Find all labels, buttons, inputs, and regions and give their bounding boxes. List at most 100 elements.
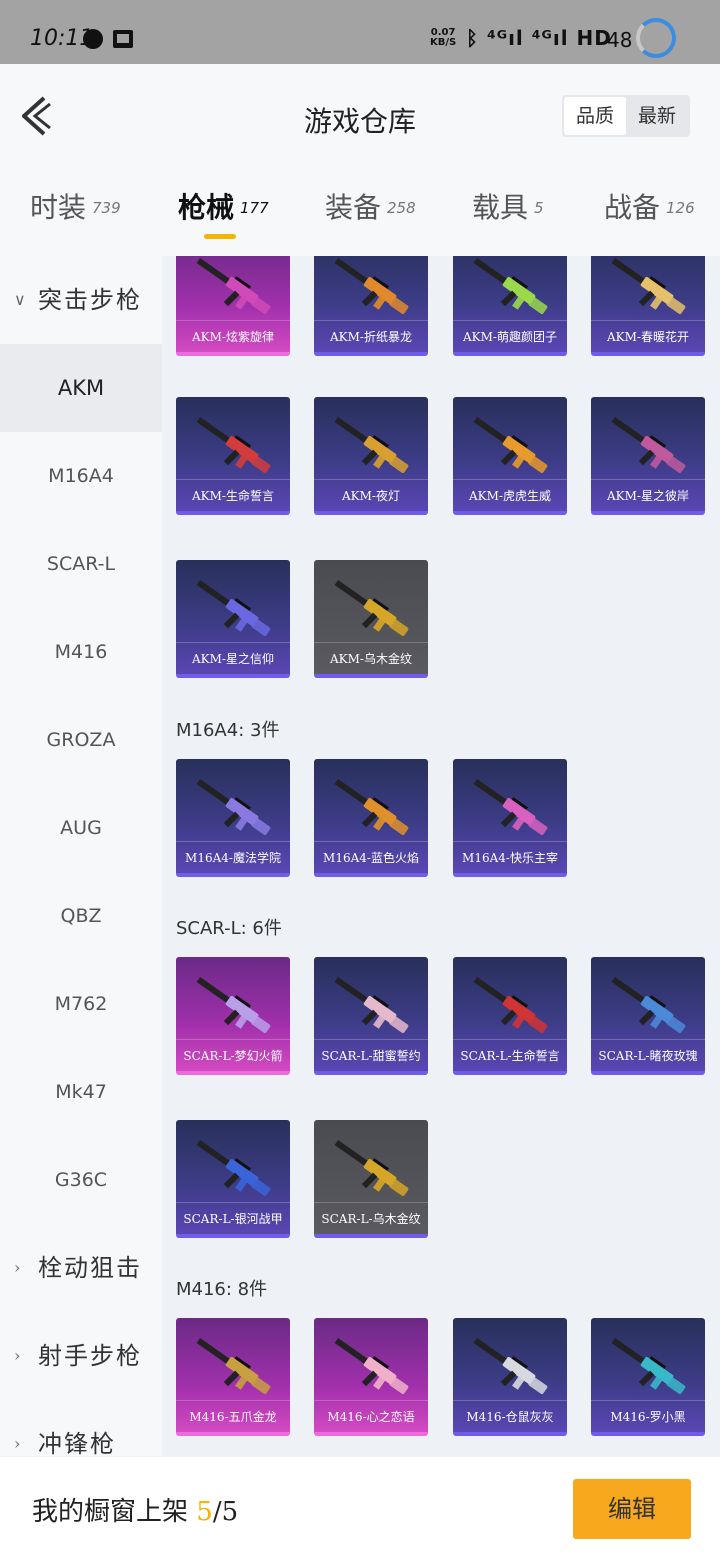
skin-card[interactable]: AKM-星之彼岸 [591,397,705,515]
skin-card-name: M16A4-魔法学院 [176,841,290,873]
sidebar-item-scar-l[interactable]: SCAR-L [0,520,162,608]
sidebar-item-aug[interactable]: AUG [0,784,162,872]
skin-card[interactable]: SCAR-L-甜蜜誓约 [314,957,428,1075]
sidebar-group-assault-rifles[interactable]: ∨ 突击步枪 [0,256,162,344]
skin-card-name: SCAR-L-梦幻火箭 [176,1039,290,1071]
sidebar-group-label: 栓动狙击 [38,1254,142,1282]
skin-card-name: AKM-炫紫旋律 [176,320,290,352]
notification-dot-icon [83,29,103,49]
status-bar: 10:11 0.07 KB/S ᛒ ⁴ᴳıl ⁴ᴳıl HD 48 [0,0,720,64]
sort-by-newest-button[interactable]: 最新 [626,97,688,135]
skin-card-name: AKM-生命誓言 [176,479,290,511]
rifle-icon [196,977,271,1033]
skin-card[interactable]: AKM-生命誓言 [176,397,290,515]
tab-count: 126 [666,199,695,217]
rifle-icon [473,258,548,314]
showcase-label: 我的橱窗上架 [32,1497,189,1527]
sidebar-group-label: 突击步枪 [38,286,142,314]
tab-supplies[interactable]: 战备 126 [604,186,695,226]
skin-card[interactable]: SCAR-L-乌木金纹 [314,1120,428,1238]
sidebar-group-bolt-action-snipers[interactable]: › 栓动狙击 [0,1224,162,1312]
rifle-icon [611,977,686,1033]
skin-card[interactable]: M416-五爪金龙 [176,1318,290,1436]
skin-card[interactable]: AKM-星之信仰 [176,560,290,678]
skin-card[interactable]: SCAR-L-梦幻火箭 [176,957,290,1075]
skin-card-name: M16A4-蓝色火焰 [314,841,428,873]
chevron-right-icon: › [14,1346,21,1365]
chevron-right-icon: › [14,1258,21,1277]
showcase-status: 我的橱窗上架 5/5 [32,1491,238,1528]
tab-label: 载具 [472,191,529,224]
showcase-total-count: /5 [212,1497,239,1527]
network-speed: 0.07 KB/S [430,28,456,48]
tab-count: 739 [92,199,121,217]
tab-fashion[interactable]: 时装 739 [30,186,121,226]
sidebar-item-qbz[interactable]: QBZ [0,872,162,960]
rifle-icon [196,417,271,473]
skin-card[interactable]: AKM-炫紫旋律 [176,256,290,356]
skin-card[interactable]: M16A4-快乐主宰 [453,759,567,877]
skin-card-name: AKM-萌趣颜团子 [453,320,567,352]
sidebar-item-mk47[interactable]: Mk47 [0,1048,162,1136]
chevron-down-icon: ∨ [14,290,26,309]
rifle-icon [473,417,548,473]
network-speed-unit: KB/S [430,37,457,48]
rifle-icon [611,417,686,473]
image-notification-icon [113,30,133,48]
tab-guns[interactable]: 枪械 177 [178,186,269,226]
rifle-icon [334,258,409,314]
rifle-icon [196,1140,271,1196]
skin-card[interactable]: AKM-乌木金纹 [314,560,428,678]
tab-vehicles[interactable]: 载具 5 [472,186,544,226]
rifle-icon [196,779,271,835]
skin-card-name: SCAR-L-甜蜜誓约 [314,1039,428,1071]
rifle-icon [473,1338,548,1394]
sidebar-group-label: 射手步枪 [38,1342,142,1370]
weapon-category-sidebar: ∨ 突击步枪 AKM M16A4 SCAR-L M416 GROZA AUG Q… [0,256,162,1456]
skin-card[interactable]: M416-心之恋语 [314,1318,428,1436]
skin-card-name: AKM-春暖花开 [591,320,705,352]
skin-card-name: AKM-星之彼岸 [591,479,705,511]
rifle-icon [196,580,271,636]
skin-card[interactable]: SCAR-L-银河战甲 [176,1120,290,1238]
rifle-icon [611,1338,686,1394]
skin-card[interactable]: M416-仓鼠灰灰 [453,1318,567,1436]
skin-card[interactable]: M16A4-魔法学院 [176,759,290,877]
sidebar-item-g36c[interactable]: G36C [0,1136,162,1224]
skin-card[interactable]: SCAR-L-睹夜玫瑰 [591,957,705,1075]
skin-card-name: M416-五爪金龙 [176,1400,290,1432]
sidebar-group-smgs[interactable]: › 冲锋枪 [0,1400,162,1456]
rifle-icon [473,779,548,835]
section-heading-m16a4: M16A4: 3件 [176,720,280,741]
skin-card[interactable]: AKM-折纸暴龙 [314,256,428,356]
sort-by-quality-button[interactable]: 品质 [564,97,626,135]
skin-card[interactable]: M16A4-蓝色火焰 [314,759,428,877]
rifle-icon [334,977,409,1033]
showcase-footer: 我的橱窗上架 5/5 编辑 [0,1457,720,1560]
skin-card-name: SCAR-L-银河战甲 [176,1202,290,1234]
skin-card[interactable]: AKM-春暖花开 [591,256,705,356]
chevron-right-icon: › [14,1434,21,1453]
tab-equipment[interactable]: 装备 258 [325,186,416,226]
sidebar-item-m416[interactable]: M416 [0,608,162,696]
sidebar-item-m16a4[interactable]: M16A4 [0,432,162,520]
rifle-icon [334,779,409,835]
header: 游戏仓库 品质 最新 时装 739 枪械 177 装备 258 载具 5 战备 126 [0,64,720,256]
skin-card[interactable]: SCAR-L-生命誓言 [453,957,567,1075]
skin-card-name: AKM-夜灯 [314,479,428,511]
skin-card[interactable]: AKM-夜灯 [314,397,428,515]
rifle-icon [334,1338,409,1394]
skin-card[interactable]: M416-罗小黑 [591,1318,705,1436]
signal-icons: ᛒ ⁴ᴳıl ⁴ᴳıl HD [466,26,612,50]
skin-card-name: AKM-虎虎生威 [453,479,567,511]
rifle-icon [334,417,409,473]
edit-button[interactable]: 编辑 [573,1479,691,1539]
sidebar-item-m762[interactable]: M762 [0,960,162,1048]
skin-card[interactable]: AKM-虎虎生威 [453,397,567,515]
sidebar-item-akm[interactable]: AKM [0,344,162,432]
sidebar-item-groza[interactable]: GROZA [0,696,162,784]
skin-card[interactable]: AKM-萌趣颜团子 [453,256,567,356]
skin-card-name: AKM-乌木金纹 [314,642,428,674]
showcase-current-count: 5 [196,1497,213,1527]
sidebar-group-marksman-rifles[interactable]: › 射手步枪 [0,1312,162,1400]
